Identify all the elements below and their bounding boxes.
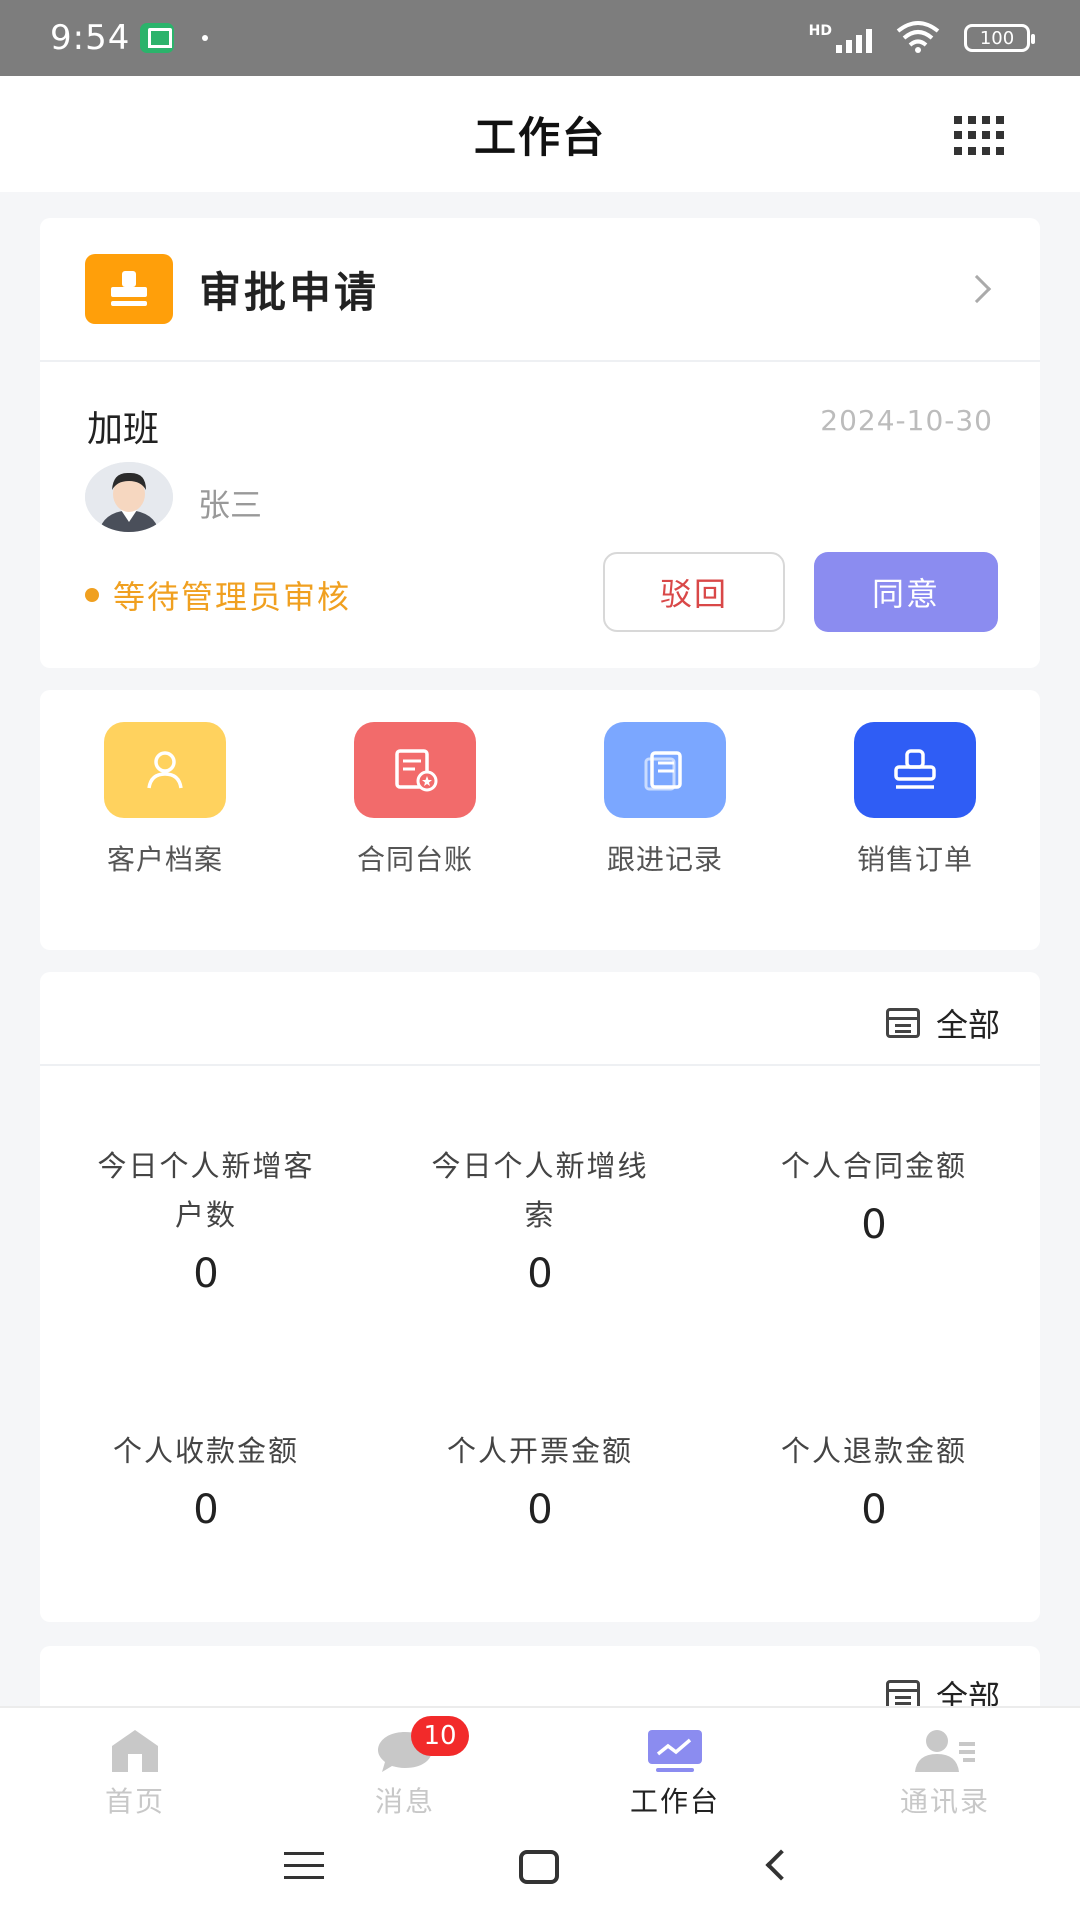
stat-value: 0 bbox=[193, 1487, 219, 1533]
status-bar: 9:54 HD 100 bbox=[0, 0, 1080, 76]
app-grid-icon[interactable] bbox=[954, 116, 1004, 156]
status-dot-icon bbox=[85, 588, 99, 602]
reject-button[interactable]: 驳回 bbox=[603, 552, 785, 632]
shortcut-label: 销售订单 bbox=[856, 843, 973, 876]
shortcut-label: 跟进记录 bbox=[606, 843, 723, 876]
network-label: HD bbox=[808, 23, 832, 39]
status-text: 等待管理员审核 bbox=[113, 578, 352, 616]
shortcut-sales-orders[interactable]: 销售订单 bbox=[835, 722, 995, 878]
clipboard-icon bbox=[604, 722, 726, 818]
shortcut-customer-files[interactable]: 客户档案 bbox=[85, 722, 245, 878]
workbench-icon bbox=[615, 1724, 735, 1774]
stat-value: 0 bbox=[527, 1487, 553, 1533]
agree-button[interactable]: 同意 bbox=[814, 552, 998, 632]
request-date: 2024-10-30 bbox=[820, 404, 993, 437]
wifi-icon bbox=[894, 19, 942, 57]
stat-label: 个人合同金额 bbox=[780, 1149, 967, 1183]
stat-label: 今日个人新增客 bbox=[97, 1149, 315, 1183]
shortcut-contract-ledger[interactable]: 合同台账 bbox=[335, 722, 495, 878]
status-time: 9:54 bbox=[50, 18, 131, 58]
shortcut-label: 客户档案 bbox=[106, 843, 223, 876]
status-badge: 等待管理员审核 bbox=[85, 572, 351, 618]
stamp-icon bbox=[85, 254, 173, 324]
stat-label: 个人收款金额 bbox=[112, 1434, 299, 1468]
stat-invoice-amount: 个人开票金额 0 bbox=[400, 1427, 680, 1538]
contract-icon bbox=[354, 722, 476, 818]
back-icon[interactable] bbox=[765, 1849, 797, 1881]
avatar bbox=[85, 462, 173, 532]
home-button-icon[interactable] bbox=[519, 1850, 559, 1884]
stats-filter-row: 全部 bbox=[40, 972, 1040, 1066]
applicant-name: 张三 bbox=[198, 486, 263, 524]
date-filter[interactable]: 全部 bbox=[885, 1000, 1000, 1046]
unread-badge: 10 bbox=[411, 1716, 469, 1756]
stat-new-leads: 今日个人新增线 索 0 bbox=[400, 1142, 680, 1302]
app-notification-icon bbox=[140, 23, 175, 53]
date-filter-label: 全部 bbox=[935, 1006, 1000, 1044]
page-title: 工作台 bbox=[473, 112, 606, 162]
request-type: 加班 bbox=[87, 409, 160, 450]
stat-value: 0 bbox=[861, 1487, 887, 1533]
home-icon bbox=[75, 1724, 195, 1774]
signal-icon: HD bbox=[809, 23, 872, 53]
stats-card: 全部 今日个人新增客 户数 0 今日个人新增线 索 0 个人合同金额 0 个人收… bbox=[40, 972, 1040, 1622]
stat-refund-amount: 个人退款金额 0 bbox=[734, 1427, 1014, 1538]
battery-level: 100 bbox=[979, 27, 1015, 49]
calendar-icon bbox=[885, 1008, 920, 1038]
stat-value: 0 bbox=[527, 1251, 553, 1297]
shortcut-label: 合同台账 bbox=[356, 843, 473, 876]
tab-label: 消息 bbox=[374, 1785, 435, 1818]
tab-messages[interactable]: 消息 10 bbox=[345, 1716, 469, 1820]
approval-title: 审批申请 bbox=[199, 267, 380, 317]
tab-label: 首页 bbox=[104, 1785, 165, 1818]
system-navigation-bar bbox=[0, 1818, 1080, 1920]
shortcut-card: 客户档案 合同台账 跟进记录 销售订单 bbox=[40, 690, 1040, 950]
page-header: 工作台 bbox=[0, 76, 1080, 192]
stat-value: 0 bbox=[861, 1202, 887, 1248]
approval-item[interactable]: 加班 2024-10-30 张三 等待管理员审核 驳回 同意 bbox=[40, 362, 1040, 668]
stat-label-cont: 户数 bbox=[174, 1198, 237, 1232]
stat-value: 0 bbox=[193, 1251, 219, 1297]
stat-label: 个人开票金额 bbox=[446, 1434, 633, 1468]
notification-dot-icon bbox=[202, 35, 209, 41]
stats-card-secondary: 全部 bbox=[40, 1646, 1040, 1716]
tab-label: 通讯录 bbox=[899, 1785, 990, 1818]
approval-header[interactable]: 审批申请 bbox=[40, 218, 1040, 362]
chevron-right-icon bbox=[962, 274, 992, 304]
tab-contacts[interactable]: 通讯录 bbox=[885, 1724, 1005, 1820]
stat-new-customers: 今日个人新增客 户数 0 bbox=[66, 1142, 346, 1302]
stamp-icon bbox=[854, 722, 976, 818]
menu-icon[interactable] bbox=[284, 1852, 324, 1882]
person-icon bbox=[104, 722, 226, 818]
tab-workbench[interactable]: 工作台 bbox=[615, 1724, 735, 1820]
approval-card: 审批申请 加班 2024-10-30 张三 等待管理员审核 驳回 同意 bbox=[40, 218, 1040, 668]
stat-label: 个人退款金额 bbox=[780, 1434, 967, 1468]
stat-contract-amount: 个人合同金额 0 bbox=[734, 1142, 1014, 1253]
stat-label: 今日个人新增线 bbox=[431, 1149, 649, 1183]
tab-home[interactable]: 首页 bbox=[75, 1724, 195, 1820]
contacts-icon bbox=[885, 1724, 1005, 1774]
stat-receipt-amount: 个人收款金额 0 bbox=[66, 1427, 346, 1538]
bottom-tab-bar: 首页 消息 10 工作台 通讯录 bbox=[0, 1706, 1080, 1818]
tab-label: 工作台 bbox=[629, 1785, 720, 1818]
shortcut-follow-up-records[interactable]: 跟进记录 bbox=[585, 722, 745, 878]
stat-label-cont: 索 bbox=[524, 1198, 556, 1232]
battery-icon: 100 bbox=[964, 24, 1035, 52]
